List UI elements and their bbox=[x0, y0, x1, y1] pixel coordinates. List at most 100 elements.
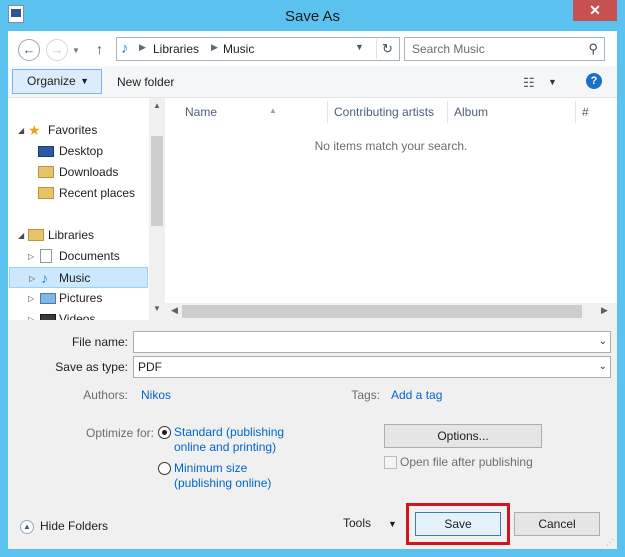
hide-folders-button[interactable]: Hide Folders bbox=[40, 519, 108, 533]
add-tag-link[interactable]: Add a tag bbox=[391, 388, 442, 402]
scrollbar-thumb[interactable] bbox=[151, 136, 163, 226]
tree-item-music[interactable]: ▷ ♪ Music bbox=[9, 267, 148, 288]
documents-icon bbox=[40, 249, 52, 263]
search-input[interactable]: Search Music bbox=[412, 42, 485, 56]
view-options-icon[interactable]: ☷ bbox=[523, 75, 535, 91]
breadcrumb-music[interactable]: Music bbox=[223, 42, 254, 56]
navigation-pane-scrollbar[interactable]: ▲ ▼ bbox=[149, 98, 165, 320]
column-header-contributing-artists[interactable]: Contributing artists bbox=[334, 101, 444, 123]
organize-button[interactable]: Organize ▼ bbox=[12, 69, 102, 94]
tree-item-documents[interactable]: ▷ Documents bbox=[26, 246, 146, 267]
scroll-right-icon[interactable]: ▶ bbox=[601, 305, 608, 316]
radio-standard-label[interactable]: Standard (publishing online and printing… bbox=[174, 425, 284, 455]
column-divider[interactable] bbox=[447, 101, 448, 123]
search-icon[interactable]: ⚲ bbox=[588, 41, 598, 57]
save-type-select[interactable]: PDF ⌄ bbox=[133, 356, 611, 378]
radio-minimum-size[interactable] bbox=[158, 462, 171, 475]
breadcrumb-separator-icon[interactable]: ▶ bbox=[211, 42, 218, 53]
tools-chevron-icon[interactable]: ▼ bbox=[388, 519, 397, 529]
up-button[interactable]: ↑ bbox=[96, 41, 103, 57]
save-as-dialog: Save As ✕ ← → ▼ ↑ ♪ ▶ Libraries ▶ Music … bbox=[0, 0, 625, 557]
column-header-album[interactable]: Album bbox=[454, 101, 574, 123]
collapsed-arrow-icon[interactable]: ▷ bbox=[29, 268, 35, 289]
tree-item-recent-places[interactable]: Recent places bbox=[36, 183, 146, 204]
chevron-down-icon: ▼ bbox=[80, 76, 89, 86]
navigation-pane[interactable]: ◢ ★ Favorites Desktop Downloads Recent p… bbox=[8, 98, 165, 320]
scroll-left-icon[interactable]: ◀ bbox=[171, 305, 178, 316]
tools-button[interactable]: Tools bbox=[343, 516, 371, 530]
save-button[interactable]: Save bbox=[415, 512, 501, 536]
address-bar[interactable]: ♪ ▶ Libraries ▶ Music ▼ ↻ bbox=[116, 37, 400, 61]
search-box[interactable]: Search Music ⚲ bbox=[404, 37, 605, 61]
column-header-name[interactable]: Name ▲ bbox=[185, 101, 325, 123]
tree-label: Desktop bbox=[59, 144, 104, 158]
tree-group-libraries[interactable]: ◢ Libraries bbox=[18, 225, 148, 246]
radio-minimum-line2: (publishing online) bbox=[174, 476, 272, 490]
scroll-down-icon[interactable]: ▼ bbox=[153, 304, 161, 313]
column-divider[interactable] bbox=[327, 101, 328, 123]
star-icon: ★ bbox=[28, 122, 41, 138]
forward-button[interactable]: → bbox=[46, 39, 68, 61]
sort-ascending-icon: ▲ bbox=[269, 106, 277, 115]
file-name-field[interactable]: ⌄ bbox=[133, 331, 611, 353]
horizontal-scrollbar[interactable]: ◀ ▶ bbox=[165, 303, 617, 320]
address-dropdown-icon[interactable]: ▼ bbox=[355, 42, 364, 52]
scroll-up-icon[interactable]: ▲ bbox=[153, 101, 161, 110]
new-folder-button[interactable]: New folder bbox=[117, 75, 174, 89]
chevron-down-icon[interactable]: ⌄ bbox=[599, 357, 607, 377]
resize-grip-icon[interactable]: ⋰ bbox=[606, 538, 614, 547]
command-bar: Organize ▼ New folder ☷ ▼ ? bbox=[8, 66, 617, 98]
tags-label: Tags: bbox=[351, 388, 380, 402]
collapsed-arrow-icon[interactable]: ▷ bbox=[28, 288, 34, 309]
open-after-publishing-label[interactable]: Open file after publishing bbox=[400, 455, 533, 469]
tree-group-favorites[interactable]: ◢ ★ Favorites bbox=[18, 120, 148, 141]
hide-folders-icon[interactable]: ▲ bbox=[20, 520, 34, 534]
authors-value[interactable]: Nikos bbox=[141, 388, 171, 402]
radio-minimum-size-label[interactable]: Minimum size (publishing online) bbox=[174, 461, 271, 491]
desktop-icon bbox=[38, 146, 54, 157]
empty-message: No items match your search. bbox=[314, 139, 468, 153]
file-list[interactable]: Name ▲ Contributing artists Album # No i… bbox=[165, 98, 617, 320]
open-after-publishing-checkbox[interactable] bbox=[384, 456, 397, 469]
close-button[interactable]: ✕ bbox=[573, 0, 617, 21]
tree-item-desktop[interactable]: Desktop bbox=[36, 141, 146, 162]
breadcrumb-libraries[interactable]: Libraries bbox=[153, 42, 199, 56]
radio-minimum-line1: Minimum size bbox=[174, 461, 248, 475]
tree-label: Music bbox=[59, 271, 91, 285]
libraries-icon bbox=[28, 229, 44, 241]
column-header-track-number[interactable]: # bbox=[582, 101, 602, 123]
tree-item-videos[interactable]: ▷ Videos bbox=[26, 309, 146, 320]
tree-label: Videos bbox=[59, 312, 96, 320]
tree-label: Downloads bbox=[59, 165, 119, 179]
help-icon[interactable]: ? bbox=[586, 73, 602, 89]
recent-locations-chevron-icon[interactable]: ▼ bbox=[72, 46, 80, 55]
navigation-bar: ← → ▼ ↑ ♪ ▶ Libraries ▶ Music ▼ ↻ Search… bbox=[8, 31, 617, 66]
options-button[interactable]: Options... bbox=[384, 424, 542, 448]
expand-arrow-icon[interactable]: ◢ bbox=[18, 120, 24, 141]
refresh-button[interactable]: ↻ bbox=[376, 39, 398, 59]
view-dropdown-icon[interactable]: ▼ bbox=[548, 77, 557, 87]
column-divider[interactable] bbox=[575, 101, 576, 123]
tree-item-downloads[interactable]: Downloads bbox=[36, 162, 146, 183]
recent-places-icon bbox=[38, 187, 54, 199]
chevron-down-icon[interactable]: ⌄ bbox=[599, 332, 607, 352]
tree-label: Favorites bbox=[48, 123, 98, 137]
music-note-icon: ♪ bbox=[121, 40, 129, 57]
collapsed-arrow-icon[interactable]: ▷ bbox=[28, 246, 34, 267]
optimize-label: Optimize for: bbox=[85, 426, 154, 440]
tree-label: Pictures bbox=[59, 291, 103, 305]
organize-label: Organize bbox=[27, 74, 76, 88]
scrollbar-thumb[interactable] bbox=[182, 305, 582, 318]
back-button[interactable]: ← bbox=[18, 39, 40, 61]
collapsed-arrow-icon[interactable]: ▷ bbox=[28, 309, 34, 320]
tree-item-pictures[interactable]: ▷ Pictures bbox=[26, 288, 146, 309]
radio-standard-line1: Standard (publishing bbox=[174, 425, 285, 439]
window-title: Save As bbox=[284, 8, 341, 25]
radio-standard[interactable] bbox=[158, 426, 171, 439]
expand-arrow-icon[interactable]: ◢ bbox=[18, 225, 24, 246]
breadcrumb-separator-icon[interactable]: ▶ bbox=[139, 42, 146, 53]
cancel-button[interactable]: Cancel bbox=[514, 512, 600, 536]
pictures-icon bbox=[40, 293, 56, 304]
music-note-icon: ♪ bbox=[41, 270, 48, 286]
tree-label: Recent places bbox=[59, 186, 136, 200]
